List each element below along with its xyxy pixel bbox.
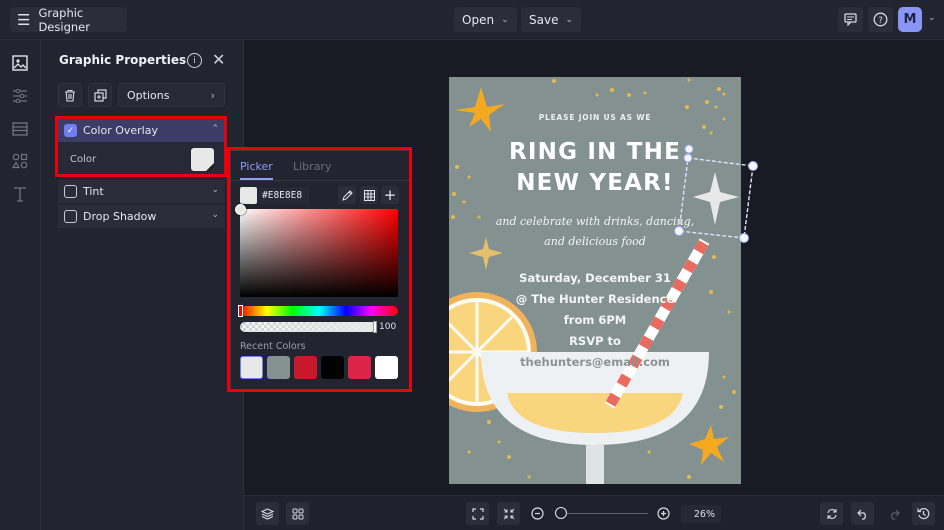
- invite-rsvp: RSVP to: [569, 334, 621, 348]
- comment-icon: [844, 13, 857, 26]
- layers-icon: [261, 507, 274, 520]
- app-title: Graphic Designer: [38, 5, 90, 34]
- undo-button[interactable]: [851, 502, 874, 525]
- text-icon: [14, 187, 26, 202]
- highlight-color-overlay: [55, 116, 227, 177]
- resize-handle-tl[interactable]: [683, 153, 693, 163]
- info-icon[interactable]: i: [187, 53, 202, 68]
- section-label: Tint: [83, 185, 104, 198]
- grid-view-icon: [292, 508, 303, 519]
- zoom-slider[interactable]: [554, 507, 648, 519]
- delete-button[interactable]: [58, 83, 82, 107]
- rail-adjust-button[interactable]: [10, 86, 30, 106]
- section-drop-shadow[interactable]: Drop Shadow ⌄: [58, 205, 225, 228]
- bottom-bar: 26%: [244, 495, 944, 530]
- layers-button[interactable]: [256, 502, 279, 525]
- app-menu-button[interactable]: ☰ Graphic Designer: [10, 5, 127, 34]
- chevron-right-icon: ›: [210, 88, 215, 102]
- save-label: Save: [529, 12, 559, 27]
- drop-shadow-checkbox[interactable]: [64, 210, 77, 223]
- chevron-down-icon: ⌄: [565, 14, 574, 25]
- duplicate-icon: [93, 88, 107, 102]
- redo-button[interactable]: [882, 502, 905, 525]
- resize-handle-tr[interactable]: [748, 161, 758, 171]
- options-button[interactable]: Options ›: [118, 83, 225, 107]
- highlight-color-picker: [227, 147, 412, 392]
- invite-script2: and delicious food: [544, 235, 646, 248]
- zoom-level[interactable]: 26%: [681, 505, 721, 523]
- save-menu-button[interactable]: Save ⌄: [521, 7, 582, 32]
- replace-button[interactable]: [820, 502, 843, 525]
- resize-handle-br[interactable]: [739, 233, 749, 243]
- section-label: Drop Shadow: [83, 210, 157, 223]
- resize-handle-bl[interactable]: [674, 226, 684, 236]
- invite-place: @ The Hunter Residence: [516, 292, 675, 306]
- shapes-icon: [12, 153, 28, 169]
- shrink-icon: [503, 508, 514, 519]
- invite-title1: RING IN THE: [509, 139, 681, 165]
- help-icon: ?: [873, 12, 888, 27]
- rail-image-button[interactable]: [10, 53, 30, 73]
- hamburger-icon: ☰: [17, 10, 31, 29]
- zoom-in-icon[interactable]: [657, 507, 670, 520]
- rail-layout-button[interactable]: [10, 119, 30, 139]
- open-label: Open: [462, 12, 495, 27]
- history-icon: [917, 507, 930, 520]
- invite-script1: and celebrate with drinks, dancing,: [496, 215, 694, 228]
- invite-time: from 6PM: [564, 313, 626, 327]
- tint-checkbox[interactable]: [64, 185, 77, 198]
- open-menu-button[interactable]: Open ⌄: [454, 7, 517, 32]
- shrink-button[interactable]: [497, 502, 520, 525]
- feedback-button[interactable]: [838, 7, 863, 32]
- redo-icon: [890, 509, 900, 520]
- expand-icon: [471, 507, 484, 520]
- history-button[interactable]: [912, 502, 935, 525]
- duplicate-button[interactable]: [88, 83, 112, 107]
- left-rail: [0, 40, 41, 530]
- layout-icon: [12, 122, 28, 136]
- undo-icon: [856, 509, 866, 520]
- invite-email: thehunters@email.com: [520, 355, 670, 369]
- chevron-down-icon[interactable]: ⌄: [211, 210, 219, 220]
- invite-line1: PLEASE JOIN US AS WE: [539, 113, 652, 122]
- trash-icon: [65, 89, 75, 102]
- design-canvas[interactable]: PLEASE JOIN US AS WE RING IN THE NEW YEA…: [449, 77, 741, 484]
- rotate-handle[interactable]: [684, 144, 694, 154]
- zoom-out-icon[interactable]: [531, 507, 544, 520]
- invite-date: Saturday, December 31: [519, 271, 671, 285]
- chevron-down-icon[interactable]: ⌄: [928, 13, 936, 23]
- refresh-icon: [826, 508, 837, 519]
- help-button[interactable]: ?: [868, 7, 893, 32]
- chevron-down-icon[interactable]: ⌄: [211, 185, 219, 195]
- options-label: Options: [127, 88, 170, 102]
- zoom-slider-handle[interactable]: [554, 507, 567, 519]
- fit-screen-button[interactable]: [466, 502, 489, 525]
- grid-view-button[interactable]: [286, 502, 309, 525]
- rail-text-button[interactable]: [10, 184, 30, 204]
- chevron-down-icon: ⌄: [501, 14, 509, 25]
- section-tint[interactable]: Tint ⌄: [58, 180, 225, 203]
- top-bar: ☰ Graphic Designer Open ⌄ Save ⌄ ? M ⌄: [0, 0, 944, 40]
- avatar[interactable]: M: [898, 7, 922, 32]
- selection-box[interactable]: [672, 144, 762, 246]
- panel-title: Graphic Properties: [59, 53, 187, 67]
- invite-title2: NEW YEAR!: [516, 170, 674, 196]
- graphic-properties-panel: Graphic Properties i ✕ Options › ✓ Color …: [41, 40, 244, 530]
- rail-shapes-button[interactable]: [10, 151, 30, 171]
- svg-text:?: ?: [878, 16, 883, 26]
- sliders-icon: [13, 89, 27, 103]
- glass-stem: [586, 445, 604, 484]
- close-icon[interactable]: ✕: [212, 50, 225, 69]
- image-icon: [12, 55, 28, 71]
